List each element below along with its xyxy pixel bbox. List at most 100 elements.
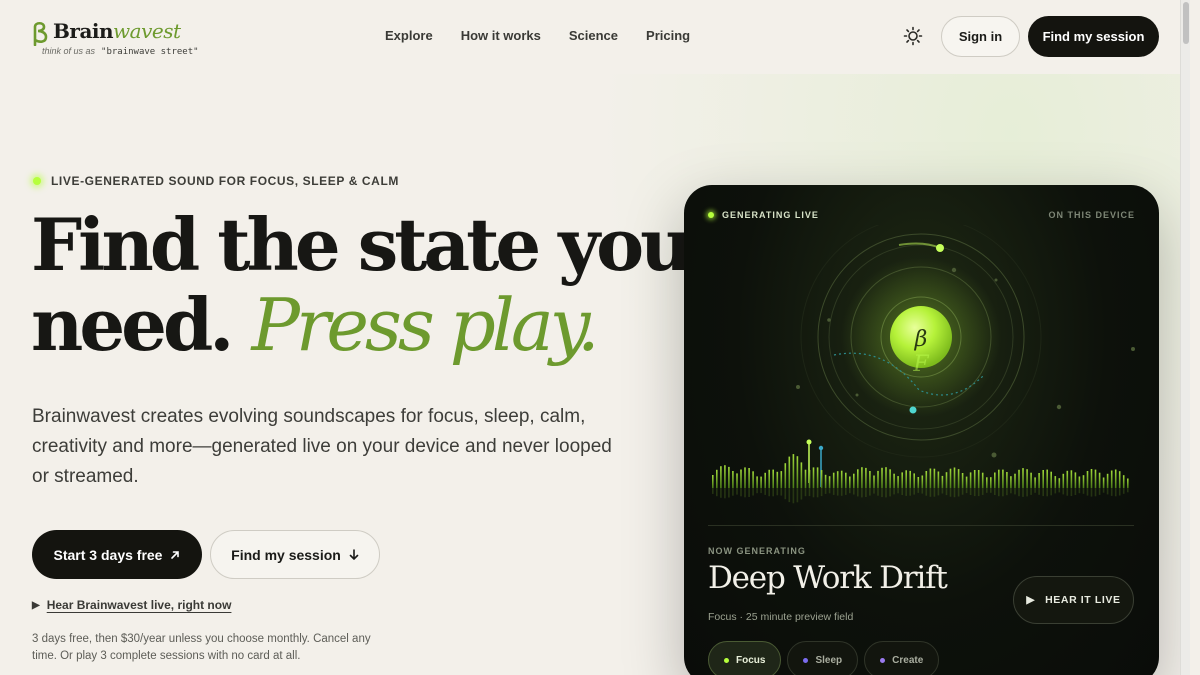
waveform-reflection bbox=[865, 488, 867, 497]
brand-logo[interactable]: Brainwavest bbox=[31, 19, 181, 46]
sign-in-button[interactable]: Sign in bbox=[941, 16, 1020, 57]
waveform-reflection bbox=[977, 488, 980, 497]
chip-create[interactable]: Create bbox=[864, 641, 940, 675]
waveform-bar bbox=[1102, 477, 1105, 488]
waveform-bar bbox=[889, 469, 891, 488]
waveform-bar bbox=[953, 467, 956, 488]
waveform-reflection bbox=[937, 488, 940, 496]
waveform-bar bbox=[724, 465, 726, 488]
waveform-reflection bbox=[849, 488, 851, 494]
waveform-bar bbox=[740, 469, 742, 488]
waveform-reflection bbox=[929, 488, 932, 497]
waveform-reflection bbox=[800, 488, 803, 500]
waveform-reflection bbox=[1122, 488, 1125, 494]
waveform-reflection bbox=[845, 488, 847, 495]
waveform-bar bbox=[780, 471, 783, 488]
waveform-bar bbox=[1014, 473, 1016, 488]
waveform-reflection bbox=[824, 488, 827, 494]
hero-headline: Find the state you need. Press play. bbox=[31, 205, 692, 367]
waveform-bar bbox=[861, 467, 863, 488]
nav-explore[interactable]: Explore bbox=[385, 28, 433, 43]
waveform-bar bbox=[917, 477, 920, 488]
waveform-bar bbox=[748, 468, 750, 488]
scrollbar-thumb[interactable] bbox=[1183, 2, 1189, 44]
find-my-session-button[interactable]: Find my session bbox=[210, 530, 380, 579]
sun-icon bbox=[903, 26, 923, 46]
waveform-reflection bbox=[792, 488, 795, 504]
waveform-bar bbox=[792, 454, 795, 488]
waveform-bar bbox=[933, 468, 936, 488]
waveform-reflection bbox=[840, 488, 843, 496]
nav-science[interactable]: Science bbox=[569, 28, 618, 43]
waveform-reflection bbox=[986, 488, 988, 493]
waveform-reflection bbox=[1030, 488, 1032, 495]
hear-it-live-button[interactable]: ▶ HEAR IT LIVE bbox=[1013, 576, 1134, 624]
waveform-reflection bbox=[973, 488, 976, 497]
chip-sleep[interactable]: Sleep bbox=[787, 641, 859, 675]
waveform-reflection bbox=[1078, 488, 1081, 494]
soundscape-visualizer: β F bbox=[712, 225, 1135, 504]
nav-how-it-works[interactable]: How it works bbox=[461, 28, 541, 43]
main-nav: Explore How it works Science Pricing bbox=[385, 28, 718, 43]
waveform-bar bbox=[760, 476, 762, 488]
waveform-reflection bbox=[1062, 488, 1065, 495]
waveform-bar bbox=[881, 467, 883, 488]
waveform-bar bbox=[1034, 477, 1036, 488]
live-session-card: GENERATING LIVE ON THIS DEVICE β F NOW G… bbox=[684, 185, 1159, 675]
waveform-reflection bbox=[1094, 488, 1097, 497]
waveform-reflection bbox=[816, 488, 819, 498]
waveform-reflection bbox=[953, 488, 956, 498]
waveform-bar bbox=[828, 476, 831, 488]
waveform-bars bbox=[712, 454, 1129, 504]
waveform-reflection bbox=[1026, 488, 1028, 497]
waveform-bar bbox=[788, 456, 791, 488]
hear-live-link[interactable]: ▶ Hear Brainwavest live, right now bbox=[32, 598, 231, 612]
waveform-bar bbox=[1078, 476, 1081, 488]
logo-beta-icon bbox=[33, 21, 48, 46]
waveform-bar bbox=[1046, 469, 1048, 488]
waveform-reflection bbox=[893, 488, 895, 495]
waveform-bar bbox=[893, 473, 895, 488]
waveform-bar bbox=[977, 470, 980, 488]
waveform-reflection bbox=[720, 488, 722, 498]
find-session-header-button[interactable]: Find my session bbox=[1028, 16, 1159, 57]
waveform-reflection bbox=[1066, 488, 1069, 496]
start-free-trial-button[interactable]: Start 3 days free bbox=[32, 530, 202, 579]
session-meta: Focus · 25 minute preview field bbox=[708, 611, 854, 623]
waveform-reflection bbox=[877, 488, 879, 496]
brand-name: Brainwavest bbox=[53, 19, 181, 43]
waveform-reflection bbox=[933, 488, 936, 497]
headline-accent: Press play. bbox=[251, 283, 599, 367]
waveform-reflection bbox=[901, 488, 903, 495]
waveform-bar bbox=[1054, 476, 1057, 488]
waveform-reflection bbox=[1086, 488, 1089, 496]
waveform-bar bbox=[981, 472, 984, 488]
waveform-bar bbox=[1050, 471, 1052, 488]
waveform-bar bbox=[812, 467, 815, 488]
signal-marker-blue-tip bbox=[818, 445, 824, 451]
waveform-bar bbox=[820, 470, 823, 488]
waveform-reflection bbox=[1014, 488, 1016, 495]
waveform-bar bbox=[937, 471, 940, 488]
waveform-bar bbox=[869, 471, 871, 488]
theme-toggle-button[interactable] bbox=[902, 25, 924, 47]
on-device-label: ON THIS DEVICE bbox=[1048, 210, 1135, 220]
waveform-bar bbox=[784, 463, 787, 488]
waveform-bar bbox=[1090, 469, 1093, 488]
waveform-bar bbox=[1066, 470, 1069, 488]
waveform-reflection bbox=[861, 488, 863, 498]
nav-pricing[interactable]: Pricing bbox=[646, 28, 690, 43]
waveform-bar bbox=[720, 466, 722, 488]
waveform-bar bbox=[1058, 478, 1061, 488]
waveform-reflection bbox=[949, 488, 952, 497]
waveform-bar bbox=[732, 471, 734, 488]
page-scrollbar[interactable] bbox=[1180, 0, 1190, 675]
waveform-reflection bbox=[1070, 488, 1073, 496]
waveform-reflection bbox=[736, 488, 738, 495]
waveform-reflection bbox=[756, 488, 758, 494]
waveform-bar bbox=[772, 469, 774, 488]
waveform-reflection bbox=[836, 488, 839, 496]
waveform-bar bbox=[941, 475, 944, 488]
waveform-reflection bbox=[1022, 488, 1024, 497]
chip-focus[interactable]: Focus bbox=[708, 641, 782, 675]
